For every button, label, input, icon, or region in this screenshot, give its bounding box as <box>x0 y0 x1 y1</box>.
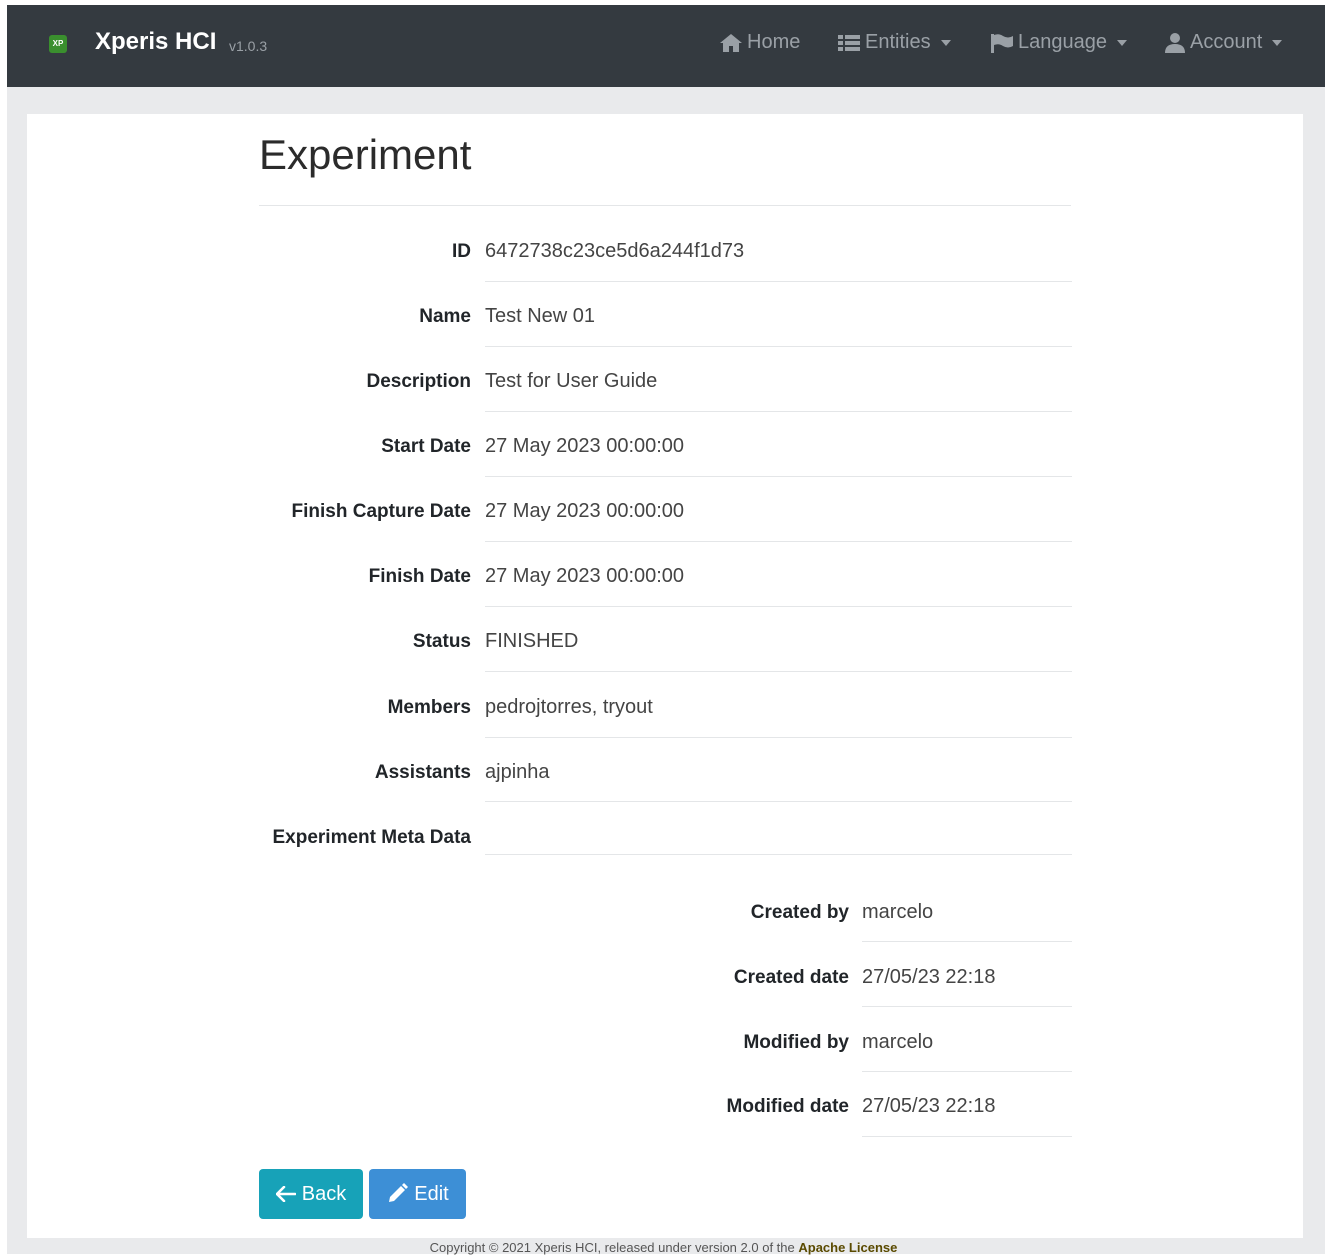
row-divider <box>485 854 1072 855</box>
home-icon <box>720 33 742 52</box>
nav-home-label: Home <box>747 31 801 53</box>
audit-value-modified-date: 27/05/23 22:18 <box>862 1095 996 1117</box>
nav-language-dropdown[interactable]: Language <box>990 31 1127 54</box>
content-card <box>27 114 1303 1238</box>
detail-value-assistants: ajpinha <box>485 761 550 783</box>
brand-name[interactable]: Xperis HCI <box>95 28 216 56</box>
nav-account-label: Account <box>1190 31 1263 53</box>
detail-value-name: Test New 01 <box>485 305 596 327</box>
row-divider <box>485 411 1072 412</box>
row-divider <box>862 1071 1072 1072</box>
row-divider <box>862 941 1072 942</box>
row-divider <box>485 476 1072 477</box>
pencil-icon <box>389 1183 409 1202</box>
detail-value-members: pedrojtorres, tryout <box>485 696 653 718</box>
nav-home[interactable]: Home <box>719 31 800 54</box>
audit-label-modified-by: Modified by <box>743 1032 849 1053</box>
detail-label-start-date: Start Date <box>381 436 471 457</box>
row-divider <box>485 281 1072 282</box>
detail-label-finish-date: Finish Date <box>368 566 471 587</box>
detail-value-id: 6472738c23ce5d6a244f1d73 <box>485 240 745 262</box>
row-divider <box>485 541 1072 542</box>
audit-value-created-date: 27/05/23 22:18 <box>862 966 996 988</box>
flag-icon <box>991 33 1013 53</box>
detail-label-finish-capture-date: Finish Capture Date <box>291 501 471 522</box>
back-button-label: Back <box>301 1182 347 1205</box>
detail-label-experiment-meta-data: Experiment Meta Data <box>272 827 471 848</box>
detail-label-name: Name <box>419 306 471 327</box>
chevron-down-icon <box>1116 39 1127 46</box>
row-divider <box>485 346 1072 347</box>
footer-text: Copyright © 2021 Xperis HCI, released un… <box>429 1240 799 1255</box>
detail-value-finish-date: 27 May 2023 00:00:00 <box>485 565 685 587</box>
detail-label-members: Members <box>387 697 471 718</box>
edit-button-label: Edit <box>414 1182 449 1205</box>
detail-value-start-date: 27 May 2023 00:00:00 <box>485 435 685 457</box>
edit-button[interactable]: Edit <box>369 1169 466 1219</box>
detail-label-id: ID <box>452 241 471 262</box>
row-divider <box>485 606 1072 607</box>
nav-entities-label: Entities <box>865 31 931 53</box>
footer: Copyright © 2021 Xperis HCI, released un… <box>0 1240 1327 1255</box>
chevron-down-icon <box>1272 39 1283 46</box>
brand-version: v1.0.3 <box>229 38 268 54</box>
audit-label-modified-date: Modified date <box>726 1096 849 1117</box>
apache-license-link[interactable]: Apache License <box>798 1240 897 1255</box>
nav-account-dropdown[interactable]: Account <box>1164 31 1283 54</box>
detail-value-status: FINISHED <box>485 630 579 652</box>
chevron-down-icon <box>940 39 951 46</box>
row-divider <box>862 1006 1072 1007</box>
brand-logo[interactable]: XP <box>49 35 67 53</box>
nav-entities-dropdown[interactable]: Entities <box>837 31 951 54</box>
row-divider <box>485 671 1072 672</box>
back-button[interactable]: Back <box>259 1169 363 1219</box>
detail-label-assistants: Assistants <box>374 762 471 783</box>
detail-value-finish-capture-date: 27 May 2023 00:00:00 <box>485 500 685 522</box>
row-divider <box>485 737 1072 738</box>
user-icon <box>1165 32 1185 53</box>
detail-label-status: Status <box>412 631 471 652</box>
audit-value-modified-by: marcelo <box>862 1031 934 1053</box>
row-divider <box>485 801 1072 802</box>
row-divider <box>862 1136 1072 1137</box>
page-title: Experiment <box>259 131 472 178</box>
audit-label-created-date: Created date <box>733 967 849 988</box>
audit-label-created-by: Created by <box>750 902 849 923</box>
detail-label-description: Description <box>366 371 471 392</box>
arrow-left-icon <box>275 1186 296 1202</box>
audit-value-created-by: marcelo <box>862 901 934 923</box>
list-icon <box>838 34 860 51</box>
title-divider <box>259 205 1071 206</box>
nav-language-label: Language <box>1018 31 1107 53</box>
detail-value-description: Test for User Guide <box>485 370 658 392</box>
